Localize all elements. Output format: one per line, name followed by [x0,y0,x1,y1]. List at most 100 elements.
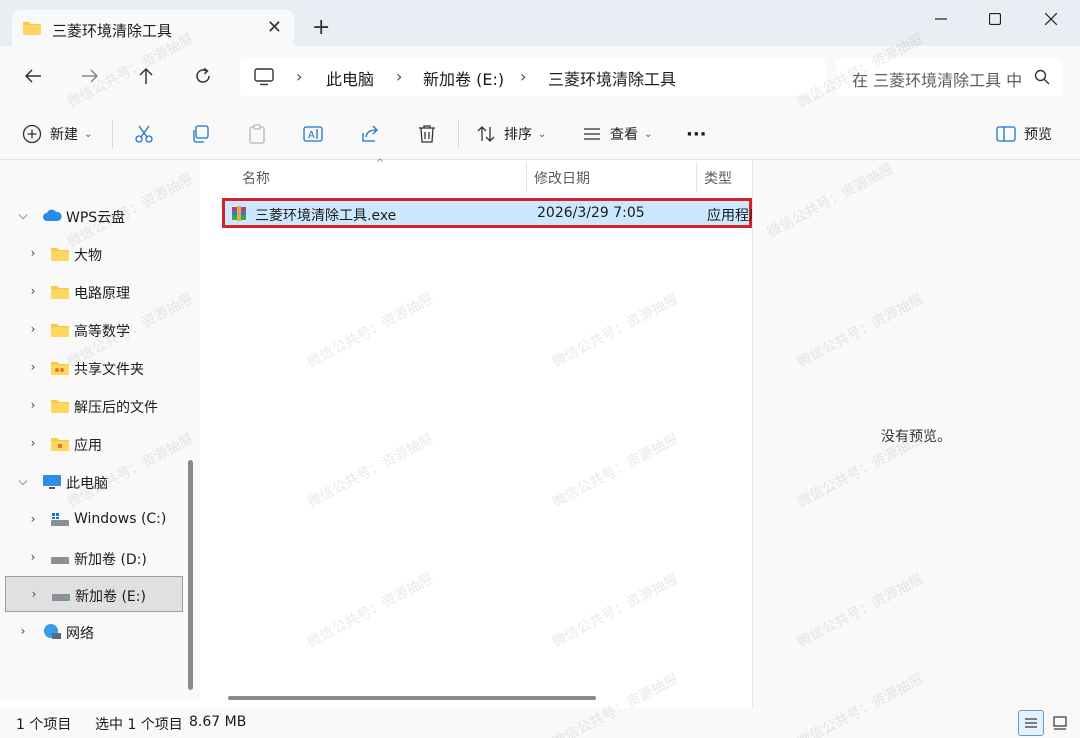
chevron-right-icon[interactable]: › [27,246,39,260]
up-button[interactable] [131,62,161,90]
chevron-right-icon[interactable]: › [27,436,39,450]
maximize-icon [989,13,1001,25]
sidebar-item-label: 新加卷 (E:) [75,589,146,605]
refresh-icon [196,67,210,83]
status-bar: 1 个项目 选中 1 个项目 8.67 MB [0,708,1080,738]
chevron-down-icon[interactable]: ⌵ [17,208,29,223]
breadcrumb-drive-e[interactable]: 新加卷 (E:) [423,66,504,90]
folder-icon [51,400,69,413]
paste-button[interactable] [247,122,267,146]
tiles-view-button[interactable] [1047,710,1073,736]
chevron-right-icon[interactable]: › [27,512,39,526]
chevron-right-icon[interactable]: › [27,550,39,564]
breadcrumb-this-pc[interactable]: 此电脑 [326,66,374,90]
column-divider[interactable] [526,162,527,192]
copy-icon [193,125,209,143]
item-count: 1 个项目 [16,717,72,733]
scissors-icon [135,125,153,143]
file-name: 三菱环境清除工具.exe [255,208,397,224]
sidebar-item-network[interactable]: › 网络 [0,614,184,650]
sidebar-item-shared-folder[interactable]: › 共享文件夹 [0,350,184,386]
sort-button[interactable]: 排序 ⌄ [476,122,546,146]
new-button-label: 新建 [50,127,78,143]
drive-icon [51,513,69,526]
delete-button[interactable] [417,122,437,146]
tab-close-button[interactable]: ✕ [267,17,282,38]
breadcrumb-current-folder[interactable]: 三菱环境清除工具 [548,66,676,90]
shared-folder-icon [51,362,69,375]
breadcrumb-separator: › [296,67,303,86]
file-explorer-window: 三菱环境清除工具 ✕ + › 此电脑 › 新加卷 (E:) › 三菱环境清除工具… [0,0,1080,738]
cloud-icon [43,209,62,221]
divider [458,120,459,148]
sidebar-item-drive-e[interactable]: › 新加卷 (E:) [5,576,183,612]
sidebar-scrollbar[interactable] [188,460,193,690]
column-header-type[interactable]: 类型 [704,168,732,188]
tab-title: 三菱环境清除工具 [52,22,173,40]
column-headers: ^ 名称 修改日期 类型 [206,158,752,192]
breadcrumb-separator: › [520,67,527,86]
sidebar-item-drive-d[interactable]: › 新加卷 (D:) [0,540,184,576]
more-options-button[interactable]: ··· [686,122,707,146]
search-input[interactable]: 在 三菱环境清除工具 中搜索 [852,67,1022,91]
no-preview-message: 没有预览。 [881,429,951,445]
column-divider[interactable] [696,162,697,192]
sort-caret-icon: ^ [376,158,385,169]
sidebar-item-label: Windows (C:) [74,511,167,527]
chevron-right-icon[interactable]: › [27,322,39,336]
sidebar-item-dawu[interactable]: › 大物 [0,236,184,272]
sidebar-item-apps[interactable]: › 应用 [0,426,184,462]
horizontal-scrollbar[interactable] [228,696,596,700]
preview-pane-button[interactable]: 预览 [996,122,1052,146]
file-type: 应用程序 [707,208,753,224]
column-header-name[interactable]: 名称 [242,168,270,188]
tab-current-folder[interactable]: 三菱环境清除工具 ✕ [12,10,294,48]
svg-text:A: A [308,130,315,141]
sidebar-item-wps-cloud[interactable]: ⌵ WPS云盘 [0,198,184,234]
search-box[interactable]: 在 三菱环境清除工具 中搜索 [836,58,1062,96]
folder-icon [51,248,69,261]
sidebar-item-math[interactable]: › 高等数学 [0,312,184,348]
sidebar-item-this-pc[interactable]: ⌵ 此电脑 [0,464,184,500]
folder-icon [51,286,69,299]
forward-button[interactable] [75,62,105,90]
chevron-right-icon[interactable]: › [27,284,39,298]
new-button[interactable]: 新建 ⌄ [22,122,92,146]
maximize-button[interactable] [968,0,1022,38]
chevron-right-icon[interactable]: › [28,587,40,601]
close-button[interactable] [1024,0,1078,38]
chevron-right-icon[interactable]: › [17,624,29,638]
back-arrow-icon [24,69,41,83]
refresh-button[interactable] [188,62,218,90]
preview-pane-label: 预览 [1024,127,1052,143]
chevron-down-icon[interactable]: ⌵ [17,474,29,489]
address-bar[interactable]: › 此电脑 › 新加卷 (E:) › 三菱环境清除工具 [240,58,826,96]
sidebar-item-label: 共享文件夹 [74,362,144,378]
rename-button[interactable]: A [303,122,323,146]
computer-icon [254,68,274,86]
drive-icon [52,594,70,601]
copy-button[interactable] [190,122,210,146]
minimize-button[interactable] [914,0,968,38]
plus-circle-icon [22,124,42,144]
table-row[interactable]: 三菱环境清除工具.exe 2026/3/29 7:05 应用程序 [222,198,753,228]
chevron-right-icon[interactable]: › [27,360,39,374]
app-folder-icon [51,438,69,451]
sidebar-item-label: 新加卷 (D:) [74,552,147,568]
view-button[interactable]: 查看 ⌄ [582,122,652,146]
navigation-bar: › 此电脑 › 新加卷 (E:) › 三菱环境清除工具 在 三菱环境清除工具 中… [0,46,1080,106]
sidebar-item-label: 高等数学 [74,324,130,340]
sidebar-item-extracted[interactable]: › 解压后的文件 [0,388,184,424]
new-tab-button[interactable]: + [312,17,330,39]
cut-button[interactable] [134,122,154,146]
share-button[interactable] [360,122,380,146]
column-header-date[interactable]: 修改日期 [534,168,590,188]
chevron-right-icon[interactable]: › [27,398,39,412]
sidebar-item-label: 此电脑 [66,476,108,492]
sidebar-item-circuits[interactable]: › 电路原理 [0,274,184,310]
file-date: 2026/3/29 7:05 [537,205,645,221]
back-button[interactable] [18,62,48,90]
sidebar-item-drive-c[interactable]: › Windows (C:) [0,502,184,538]
details-view-button[interactable] [1018,710,1044,736]
forward-arrow-icon [82,69,99,83]
